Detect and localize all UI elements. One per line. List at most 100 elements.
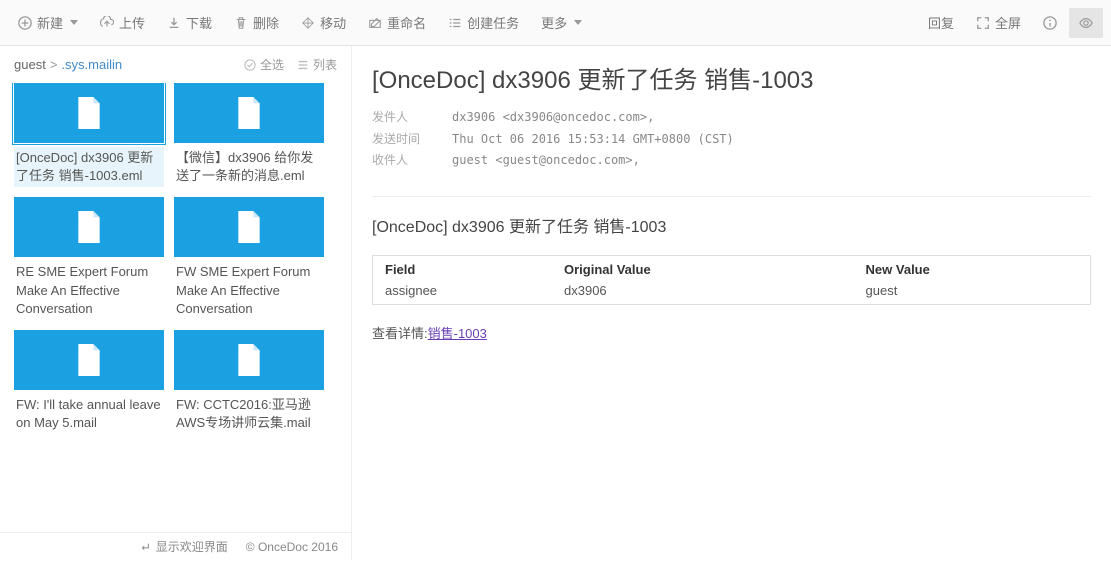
- file-thumb: [14, 83, 164, 143]
- file-name: 【微信】dx3906 给你发送了一条新的消息.eml: [174, 147, 324, 187]
- th-new: New Value: [854, 255, 1091, 283]
- td-field: assignee: [373, 283, 553, 305]
- breadcrumb: guest > .sys.mailin 全选 列表: [0, 46, 351, 83]
- info-button[interactable]: [1033, 8, 1067, 38]
- file-thumb: [14, 197, 164, 257]
- file-name: FW: CCTC2016:亚马逊AWS专场讲师云集.mail: [174, 394, 324, 434]
- download-button[interactable]: 下载: [157, 7, 222, 38]
- table-row: assignee dx3906 guest: [373, 283, 1091, 305]
- file-name: FW SME Expert Forum Make An Effective Co…: [174, 261, 324, 320]
- caret-down-icon: [574, 20, 582, 25]
- file-thumb: [14, 330, 164, 390]
- preview-button[interactable]: [1069, 8, 1103, 38]
- mail-from-label: 发件人: [372, 107, 452, 129]
- file-icon: [236, 211, 262, 243]
- file-icon: [76, 344, 102, 376]
- td-original: dx3906: [552, 283, 854, 305]
- file-name: [OnceDoc] dx3906 更新了任务 销售-1003.eml: [14, 147, 164, 187]
- list-icon: [296, 58, 310, 72]
- toolbar: 新建 上传 下载 删除 移动 重命名 创建任务 更多: [0, 0, 1111, 46]
- download-icon: [167, 16, 181, 30]
- list-view-label: 列表: [313, 56, 337, 73]
- breadcrumb-sep: >: [50, 57, 58, 72]
- file-item[interactable]: RE SME Expert Forum Make An Effective Co…: [14, 197, 164, 320]
- file-icon: [236, 344, 262, 376]
- toolbar-left: 新建 上传 下载 删除 移动 重命名 创建任务 更多: [8, 7, 918, 38]
- move-button[interactable]: 移动: [291, 7, 356, 38]
- td-new: guest: [854, 283, 1091, 305]
- delete-button[interactable]: 删除: [224, 7, 289, 38]
- reply-button[interactable]: 回复: [918, 7, 964, 38]
- file-item[interactable]: FW: CCTC2016:亚马逊AWS专场讲师云集.mail: [174, 330, 324, 434]
- file-item[interactable]: FW: I'll take annual leave on May 5.mail: [14, 330, 164, 434]
- footer: 显示欢迎界面 © OnceDoc 2016: [0, 532, 352, 560]
- fullscreen-icon: [976, 16, 990, 30]
- select-all-icon: [243, 58, 257, 72]
- copyright: © OnceDoc 2016: [246, 540, 338, 554]
- enter-icon: [138, 540, 152, 554]
- divider: [372, 196, 1091, 197]
- create-task-button[interactable]: 创建任务: [438, 7, 529, 38]
- select-all-label: 全选: [260, 56, 284, 73]
- file-icon: [76, 211, 102, 243]
- file-thumb: [174, 330, 324, 390]
- upload-icon: [100, 16, 114, 30]
- mail-from-value: dx3906 <dx3906@oncedoc.com>,: [452, 107, 654, 129]
- file-name: FW: I'll take annual leave on May 5.mail: [14, 394, 164, 434]
- detail-link[interactable]: 销售-1003: [428, 326, 487, 341]
- th-field: Field: [373, 255, 553, 283]
- file-browser-pane: guest > .sys.mailin 全选 列表 [OnceDoc] dx39…: [0, 46, 352, 560]
- rename-button[interactable]: 重命名: [358, 7, 436, 38]
- detail-line: 查看详情:销售-1003: [372, 323, 1091, 342]
- download-label: 下载: [186, 13, 212, 32]
- new-button[interactable]: 新建: [8, 7, 88, 38]
- eye-icon: [1079, 16, 1093, 30]
- show-welcome-button[interactable]: 显示欢迎界面: [138, 538, 228, 555]
- mail-to-value: guest <guest@oncedoc.com>,: [452, 150, 640, 172]
- file-item[interactable]: [OnceDoc] dx3906 更新了任务 销售-1003.eml: [14, 83, 164, 187]
- welcome-label: 显示欢迎界面: [156, 538, 228, 555]
- file-icon: [76, 97, 102, 129]
- breadcrumb-root[interactable]: guest: [14, 57, 46, 72]
- reply-label: 回复: [928, 13, 954, 32]
- more-label: 更多: [541, 13, 567, 32]
- mail-title: [OnceDoc] dx3906 更新了任务 销售-1003: [372, 60, 1091, 95]
- fullscreen-button[interactable]: 全屏: [966, 7, 1031, 38]
- mail-to-label: 收件人: [372, 150, 452, 172]
- mail-meta: 发件人 dx3906 <dx3906@oncedoc.com>, 发送时间 Th…: [372, 107, 1091, 172]
- main-area: guest > .sys.mailin 全选 列表 [OnceDoc] dx39…: [0, 46, 1111, 560]
- move-label: 移动: [320, 13, 346, 32]
- trash-icon: [234, 16, 248, 30]
- task-icon: [448, 16, 462, 30]
- mail-body-subject: [OnceDoc] dx3906 更新了任务 销售-1003: [372, 213, 1091, 237]
- mail-date-value: Thu Oct 06 2016 15:53:14 GMT+0800 (CST): [452, 129, 734, 151]
- toolbar-right: 回复 全屏: [918, 7, 1103, 38]
- file-thumb: [174, 197, 324, 257]
- more-button[interactable]: 更多: [531, 7, 592, 38]
- th-original: Original Value: [552, 255, 854, 283]
- path-actions: 全选 列表: [243, 56, 337, 73]
- delete-label: 删除: [253, 13, 279, 32]
- info-icon: [1043, 16, 1057, 30]
- file-icon: [236, 97, 262, 129]
- mail-preview-pane: [OnceDoc] dx3906 更新了任务 销售-1003 发件人 dx390…: [352, 46, 1111, 560]
- caret-down-icon: [70, 20, 78, 25]
- file-grid: [OnceDoc] dx3906 更新了任务 销售-1003.eml 【微信】d…: [0, 83, 351, 532]
- mail-date-label: 发送时间: [372, 129, 452, 151]
- plus-circle-icon: [18, 16, 32, 30]
- fullscreen-label: 全屏: [995, 13, 1021, 32]
- changes-table: Field Original Value New Value assignee …: [372, 255, 1091, 305]
- list-view-button[interactable]: 列表: [296, 56, 337, 73]
- breadcrumb-current[interactable]: .sys.mailin: [61, 57, 122, 72]
- select-all-button[interactable]: 全选: [243, 56, 284, 73]
- file-item[interactable]: 【微信】dx3906 给你发送了一条新的消息.eml: [174, 83, 324, 187]
- detail-prefix: 查看详情:: [372, 326, 428, 341]
- upload-button[interactable]: 上传: [90, 7, 155, 38]
- upload-label: 上传: [119, 13, 145, 32]
- rename-icon: [368, 16, 382, 30]
- rename-label: 重命名: [387, 13, 426, 32]
- new-label: 新建: [37, 13, 63, 32]
- file-thumb: [174, 83, 324, 143]
- file-item[interactable]: FW SME Expert Forum Make An Effective Co…: [174, 197, 324, 320]
- move-icon: [301, 16, 315, 30]
